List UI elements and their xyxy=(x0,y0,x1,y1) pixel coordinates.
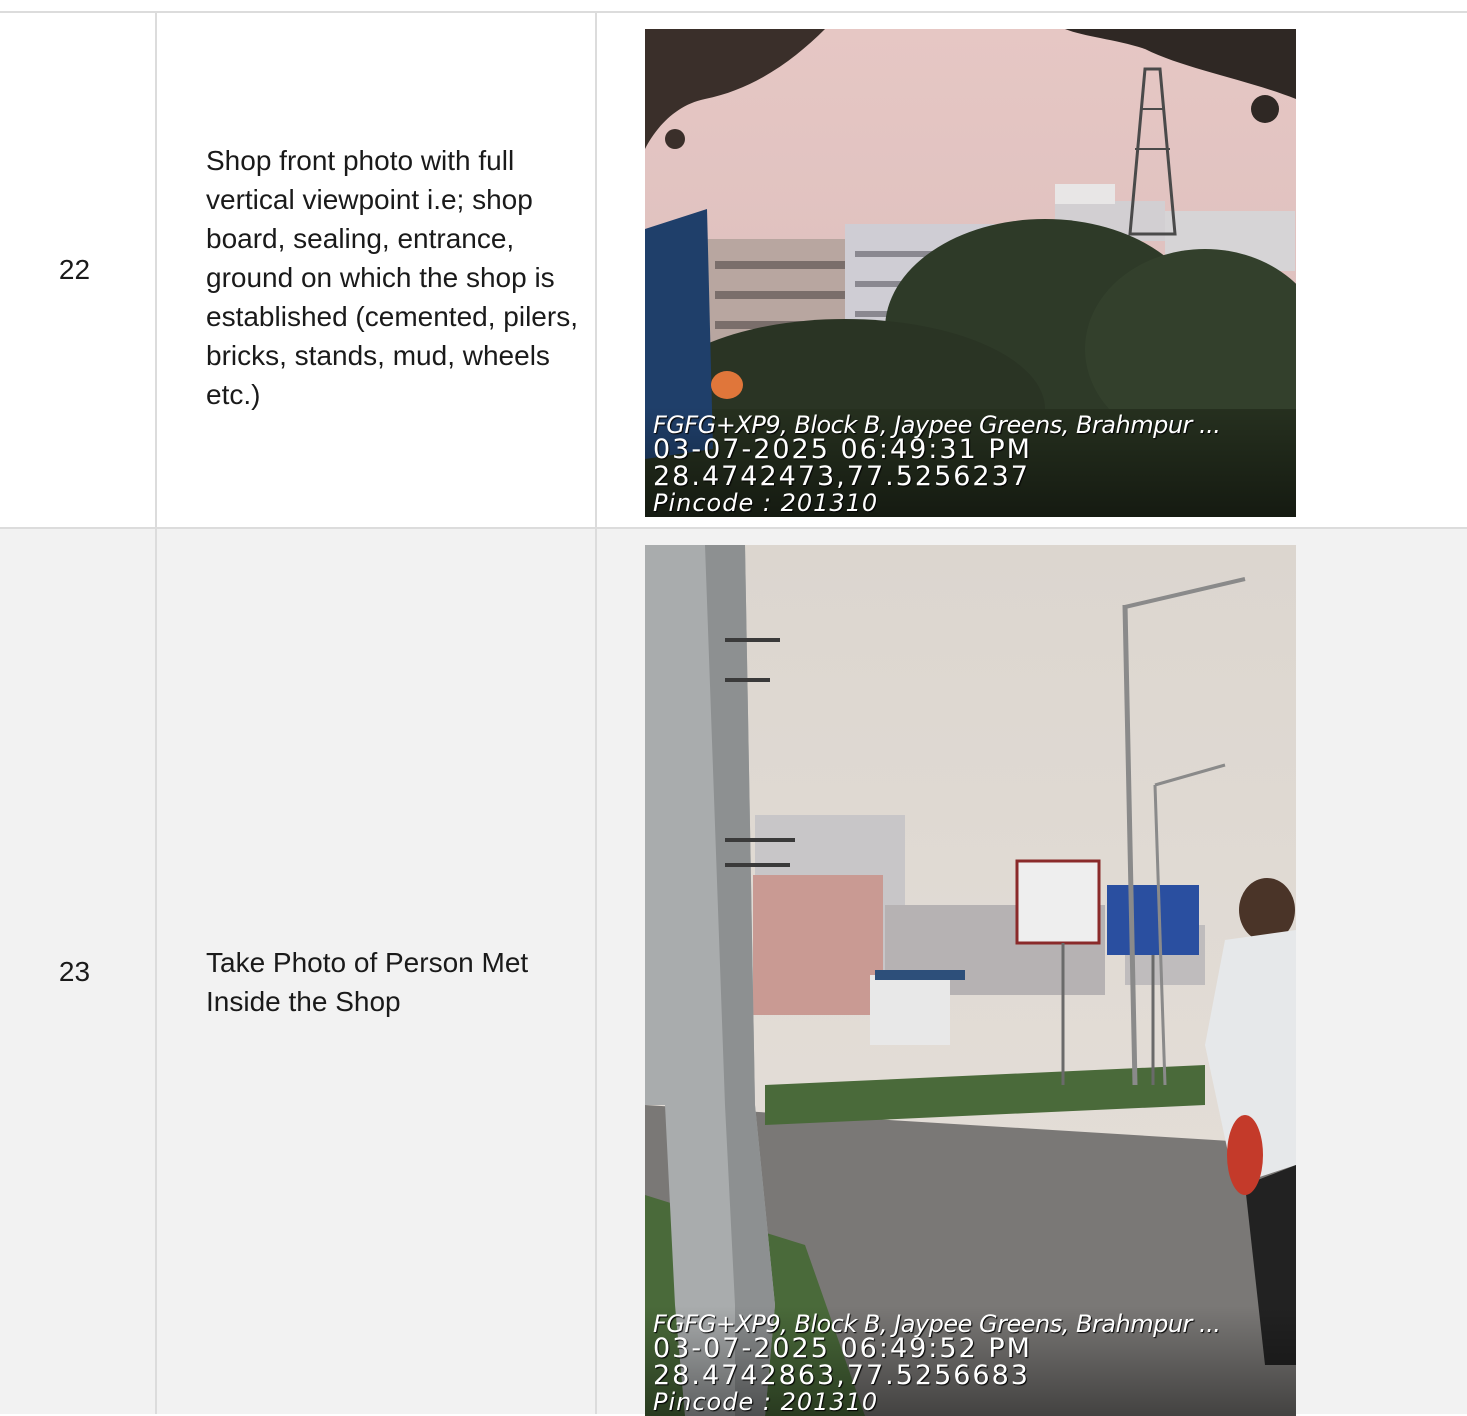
person-met-photo: FGFG+XP9, Block B, Jaypee Greens, Brahmp… xyxy=(645,545,1296,1416)
table-row: 22 Shop front photo with full vertical v… xyxy=(0,11,1467,527)
geotag-coordinates: 28.4742863,77.5256683 xyxy=(653,1360,1030,1391)
row-number: 22 xyxy=(58,254,91,285)
geotag-datetime: 03-07-2025 06:49:31 PM xyxy=(653,434,1032,465)
row-number-cell: 23 xyxy=(0,529,155,1414)
geotag-datetime: 03-07-2025 06:49:52 PM xyxy=(653,1333,1032,1364)
photo-geotag-stamp: FGFG+XP9, Block B, Jaypee Greens, Brahmp… xyxy=(645,1306,1296,1416)
column-divider xyxy=(595,11,597,1414)
row-description: Take Photo of Person Met Inside the Shop xyxy=(206,947,529,1017)
table-row: 23 Take Photo of Person Met Inside the S… xyxy=(0,527,1467,1416)
checklist-table: 22 Shop front photo with full vertical v… xyxy=(0,11,1467,1416)
geotag-pincode: Pincode : 201310 xyxy=(653,1388,879,1416)
shop-front-photo: FGFG+XP9, Block B, Jaypee Greens, Brahmp… xyxy=(645,29,1296,517)
photo-geotag-stamp: FGFG+XP9, Block B, Jaypee Greens, Brahmp… xyxy=(645,407,1296,517)
row-number-cell: 22 xyxy=(0,13,155,527)
person-met-photo-image xyxy=(645,545,1296,1416)
geotag-pincode: Pincode : 201310 xyxy=(653,489,879,517)
geotag-coordinates: 28.4742473,77.5256237 xyxy=(653,461,1030,492)
row-number: 23 xyxy=(58,955,91,987)
column-divider xyxy=(155,11,157,1414)
row-description: Shop front photo with full vertical view… xyxy=(206,145,578,410)
